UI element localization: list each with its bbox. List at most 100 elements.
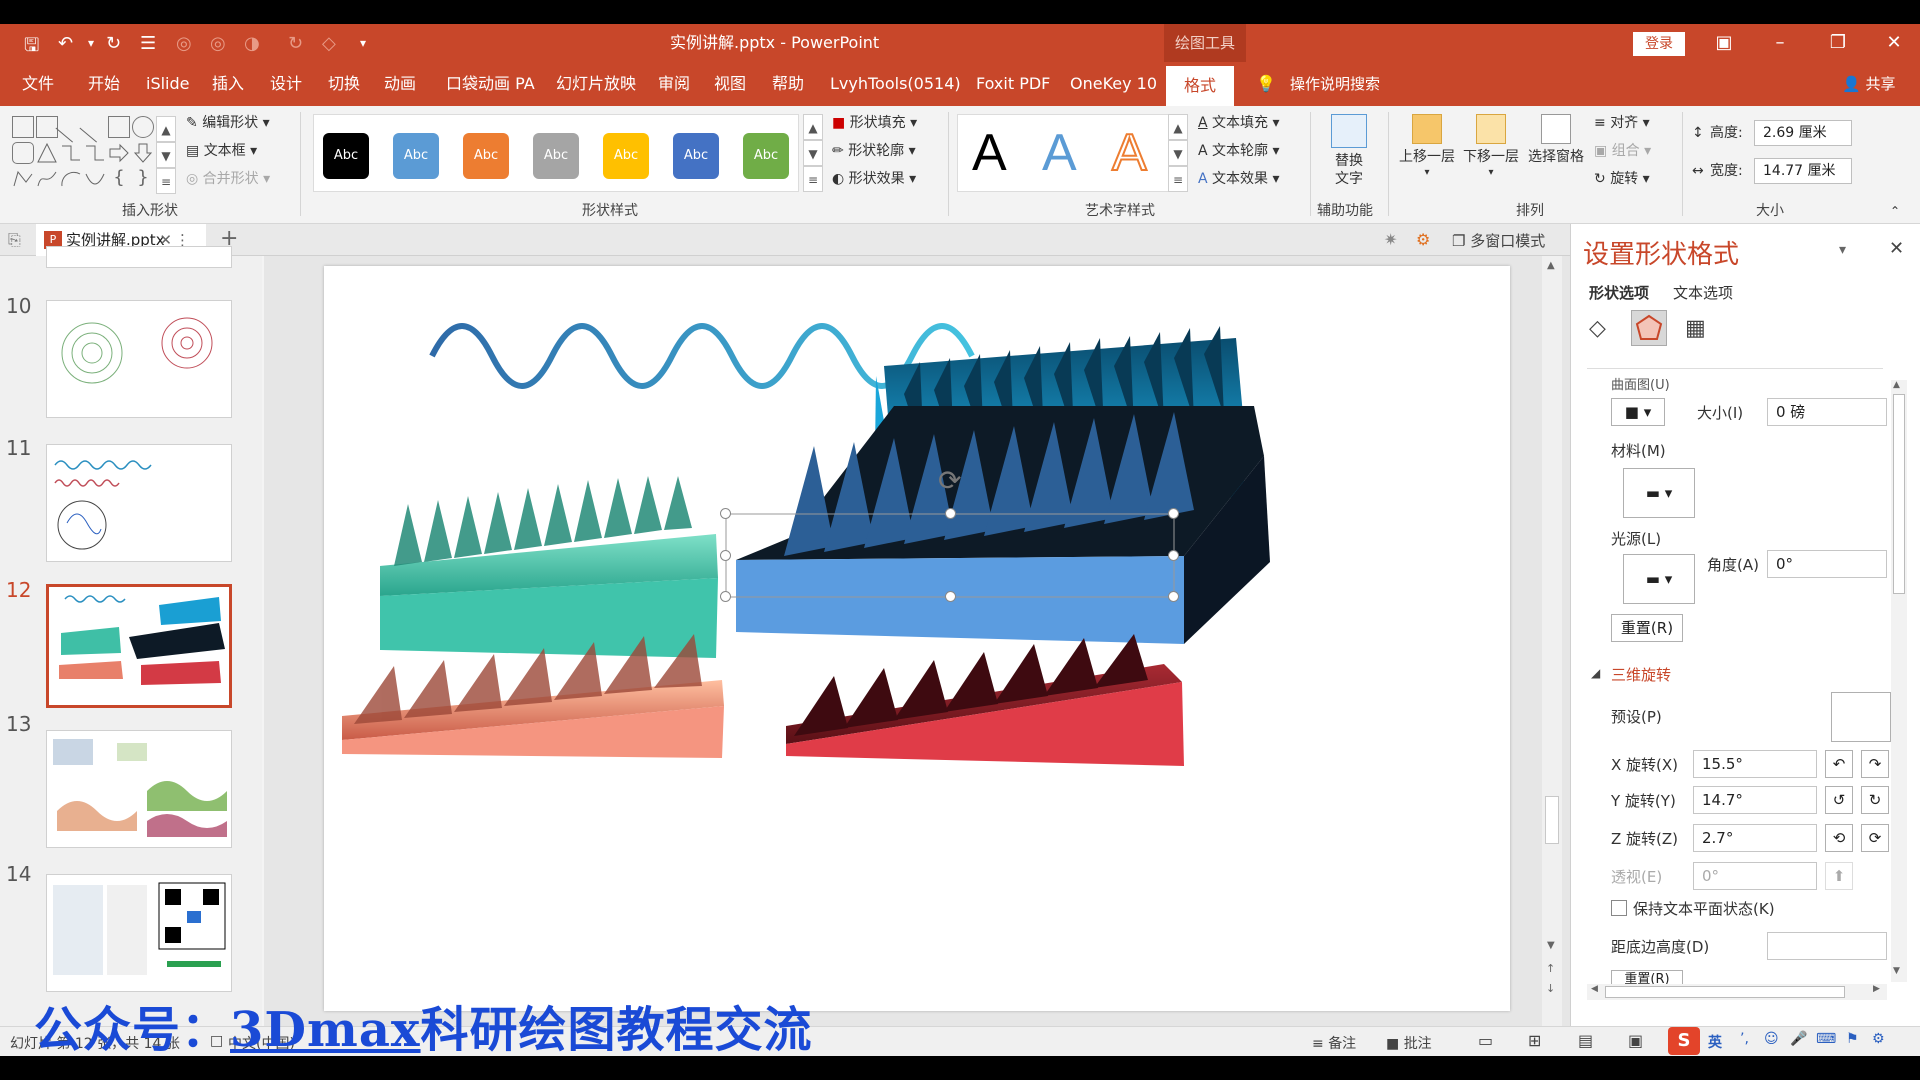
pane-scroll-thumb[interactable] (1893, 394, 1905, 594)
menu-islide[interactable]: iSlide (146, 62, 190, 106)
redo-icon[interactable]: ↻ (106, 33, 121, 54)
menu-file[interactable]: 文件 (22, 62, 54, 106)
ime-toolbox-icon[interactable]: ⚙ (1872, 1031, 1885, 1047)
ime-emoji-icon[interactable]: ☺ (1764, 1031, 1779, 1047)
contour-size-input[interactable]: 0 磅 (1767, 398, 1887, 426)
menu-design[interactable]: 设计 (270, 62, 302, 106)
distance-from-ground-input[interactable] (1767, 932, 1887, 960)
shape-gallery-scroll[interactable]: ▲ ▼ ≡ (156, 116, 176, 194)
pane-scroll-down-icon[interactable]: ▼ (1893, 966, 1900, 976)
rotation-handle-icon[interactable]: ⟳ (938, 464, 961, 497)
right-arrow-shape-icon[interactable] (108, 142, 130, 164)
menu-foxit[interactable]: Foxit PDF (976, 62, 1050, 106)
menu-view[interactable]: 视图 (714, 62, 746, 106)
shape-style-dark-blue[interactable]: Abc (673, 133, 719, 179)
red-corrugated-block[interactable] (786, 634, 1184, 766)
slide-thumbnail[interactable] (46, 874, 232, 992)
shape-style-black[interactable]: Abc (323, 133, 369, 179)
ime-language[interactable]: 英 (1708, 1032, 1722, 1052)
ime-skin-icon[interactable]: ⚑ (1846, 1031, 1859, 1047)
vertical-textbox-shape-icon[interactable] (36, 116, 58, 138)
slide-canvas[interactable]: ⟳ (324, 266, 1510, 1011)
menu-home[interactable]: 开始 (88, 62, 120, 106)
slide-scroll-thumb[interactable] (1545, 796, 1559, 844)
ime-punctuation-icon[interactable]: ’, (1740, 1031, 1749, 1047)
shape-style-green[interactable]: Abc (743, 133, 789, 179)
connector-shape-icon[interactable] (60, 142, 82, 164)
wordart-gallery-scroll[interactable]: ▲ ▼ ≡ (1168, 114, 1188, 192)
menu-onekey[interactable]: OneKey 10 (1070, 62, 1157, 106)
text-fill-button[interactable]: A 文本填充 ▾ (1198, 110, 1280, 136)
material-picker[interactable]: ▬ ▾ (1623, 468, 1695, 518)
restore-icon[interactable]: ❐ (1810, 24, 1866, 62)
elbow-arrow-shape-icon[interactable] (84, 142, 106, 164)
rotate-ccw-icon[interactable]: ⟲ (1825, 824, 1853, 852)
arc-shape-icon[interactable] (60, 168, 82, 190)
textbox-button[interactable]: ▤ 文本框 ▾ (186, 138, 257, 164)
shape-style-blue[interactable]: Abc (393, 133, 439, 179)
scroll-down-icon[interactable]: ▼ (1547, 940, 1555, 951)
textbox-shape-icon[interactable] (12, 116, 34, 138)
normal-view-icon[interactable]: ▭ (1478, 1031, 1493, 1050)
collapse-ribbon-icon[interactable]: ⌃ (1890, 198, 1900, 224)
text-effect-button[interactable]: A 文本效果 ▾ (1198, 166, 1280, 192)
resize-handle[interactable] (720, 591, 731, 602)
menu-transitions[interactable]: 切换 (328, 62, 360, 106)
qat-customize-icon[interactable]: ▾ (360, 36, 366, 50)
previous-slide-icon[interactable]: ↑ (1546, 962, 1555, 975)
shape-style-gallery-scroll[interactable]: ▲ ▼ ≡ (803, 114, 823, 192)
rotate-left-icon[interactable]: ↶ (1825, 750, 1853, 778)
oval-shape-icon[interactable] (132, 116, 154, 138)
shape-fill-button[interactable]: ■ 形状填充 ▾ (832, 110, 917, 136)
right-brace-shape-icon[interactable]: } (132, 168, 154, 190)
wordart-style-orange-outline[interactable]: A (1111, 123, 1148, 183)
resize-handle[interactable] (945, 591, 956, 602)
slide-thumbnail-selected[interactable] (46, 584, 232, 708)
rotate-down-icon[interactable]: ↻ (1861, 786, 1889, 814)
pane-hscroll-thumb[interactable] (1605, 986, 1845, 998)
y-rotation-input[interactable]: 14.7° (1693, 786, 1817, 814)
islide-tool-icon[interactable]: ✷ (1384, 230, 1397, 249)
shape-style-orange[interactable]: Abc (463, 133, 509, 179)
ime-keyboard-icon[interactable]: ⌨ (1816, 1031, 1836, 1047)
3d-rotation-section-header[interactable]: 三维旋转 (1611, 664, 1671, 685)
align-button[interactable]: ≡ 对齐 ▾ (1594, 110, 1650, 136)
pane-horizontal-scrollbar[interactable]: ◀ ▶ (1587, 984, 1887, 1000)
pane-options-dropdown-icon[interactable]: ▾ (1839, 242, 1846, 258)
ime-voice-icon[interactable]: 🎤 (1790, 1031, 1807, 1047)
selected-corrugated-block[interactable] (736, 406, 1270, 644)
minimize-icon[interactable]: – (1752, 24, 1808, 62)
lighting-picker[interactable]: ▬ ▾ (1623, 554, 1695, 604)
login-button[interactable]: 登录 (1633, 32, 1685, 56)
settings-gear-icon[interactable]: ⚙ (1416, 230, 1430, 249)
ribbon-display-icon[interactable]: ▣ (1696, 24, 1752, 62)
pane-scroll-left-icon[interactable]: ◀ (1591, 984, 1598, 994)
rotate-right-icon[interactable]: ↷ (1861, 750, 1889, 778)
reading-view-icon[interactable]: ▤ (1578, 1031, 1593, 1050)
left-brace-shape-icon[interactable]: { (108, 168, 130, 190)
down-arrow-shape-icon[interactable] (132, 142, 154, 164)
x-rotation-input[interactable]: 15.5° (1693, 750, 1817, 778)
undo-icon[interactable]: ↶ (58, 33, 73, 54)
scroll-up-icon[interactable]: ▲ (1547, 260, 1555, 271)
freeform-shape-icon[interactable] (12, 168, 34, 190)
reset-bevel-button[interactable]: 重置(R) (1611, 614, 1683, 642)
slide-thumbnail[interactable] (46, 300, 232, 418)
pane-vertical-scrollbar[interactable]: ▲ ▼ (1891, 380, 1907, 982)
sogou-ime-icon[interactable]: S (1668, 1027, 1700, 1055)
close-icon[interactable]: ✕ (1866, 24, 1920, 62)
scribble-shape-icon[interactable] (36, 168, 58, 190)
rotate-up-icon[interactable]: ↺ (1825, 786, 1853, 814)
menu-lvyhtools[interactable]: LvyhTools(0514) (830, 62, 961, 106)
triangle-shape-icon[interactable] (36, 142, 58, 164)
rectangle-shape-icon[interactable] (108, 116, 130, 138)
slide-vertical-scrollbar[interactable]: ▲ ▼ ↑ ↓ (1542, 256, 1562, 1026)
slide-thumbnail[interactable] (46, 444, 232, 562)
resize-handle[interactable] (1168, 591, 1179, 602)
lighting-angle-input[interactable]: 0° (1767, 550, 1887, 578)
z-rotation-input[interactable]: 2.7° (1693, 824, 1817, 852)
keep-text-flat-checkbox[interactable] (1611, 900, 1627, 916)
menu-insert[interactable]: 插入 (212, 62, 244, 106)
menu-slideshow[interactable]: 幻灯片放映 (556, 62, 636, 106)
share-button[interactable]: 👤 共享 (1842, 62, 1895, 106)
